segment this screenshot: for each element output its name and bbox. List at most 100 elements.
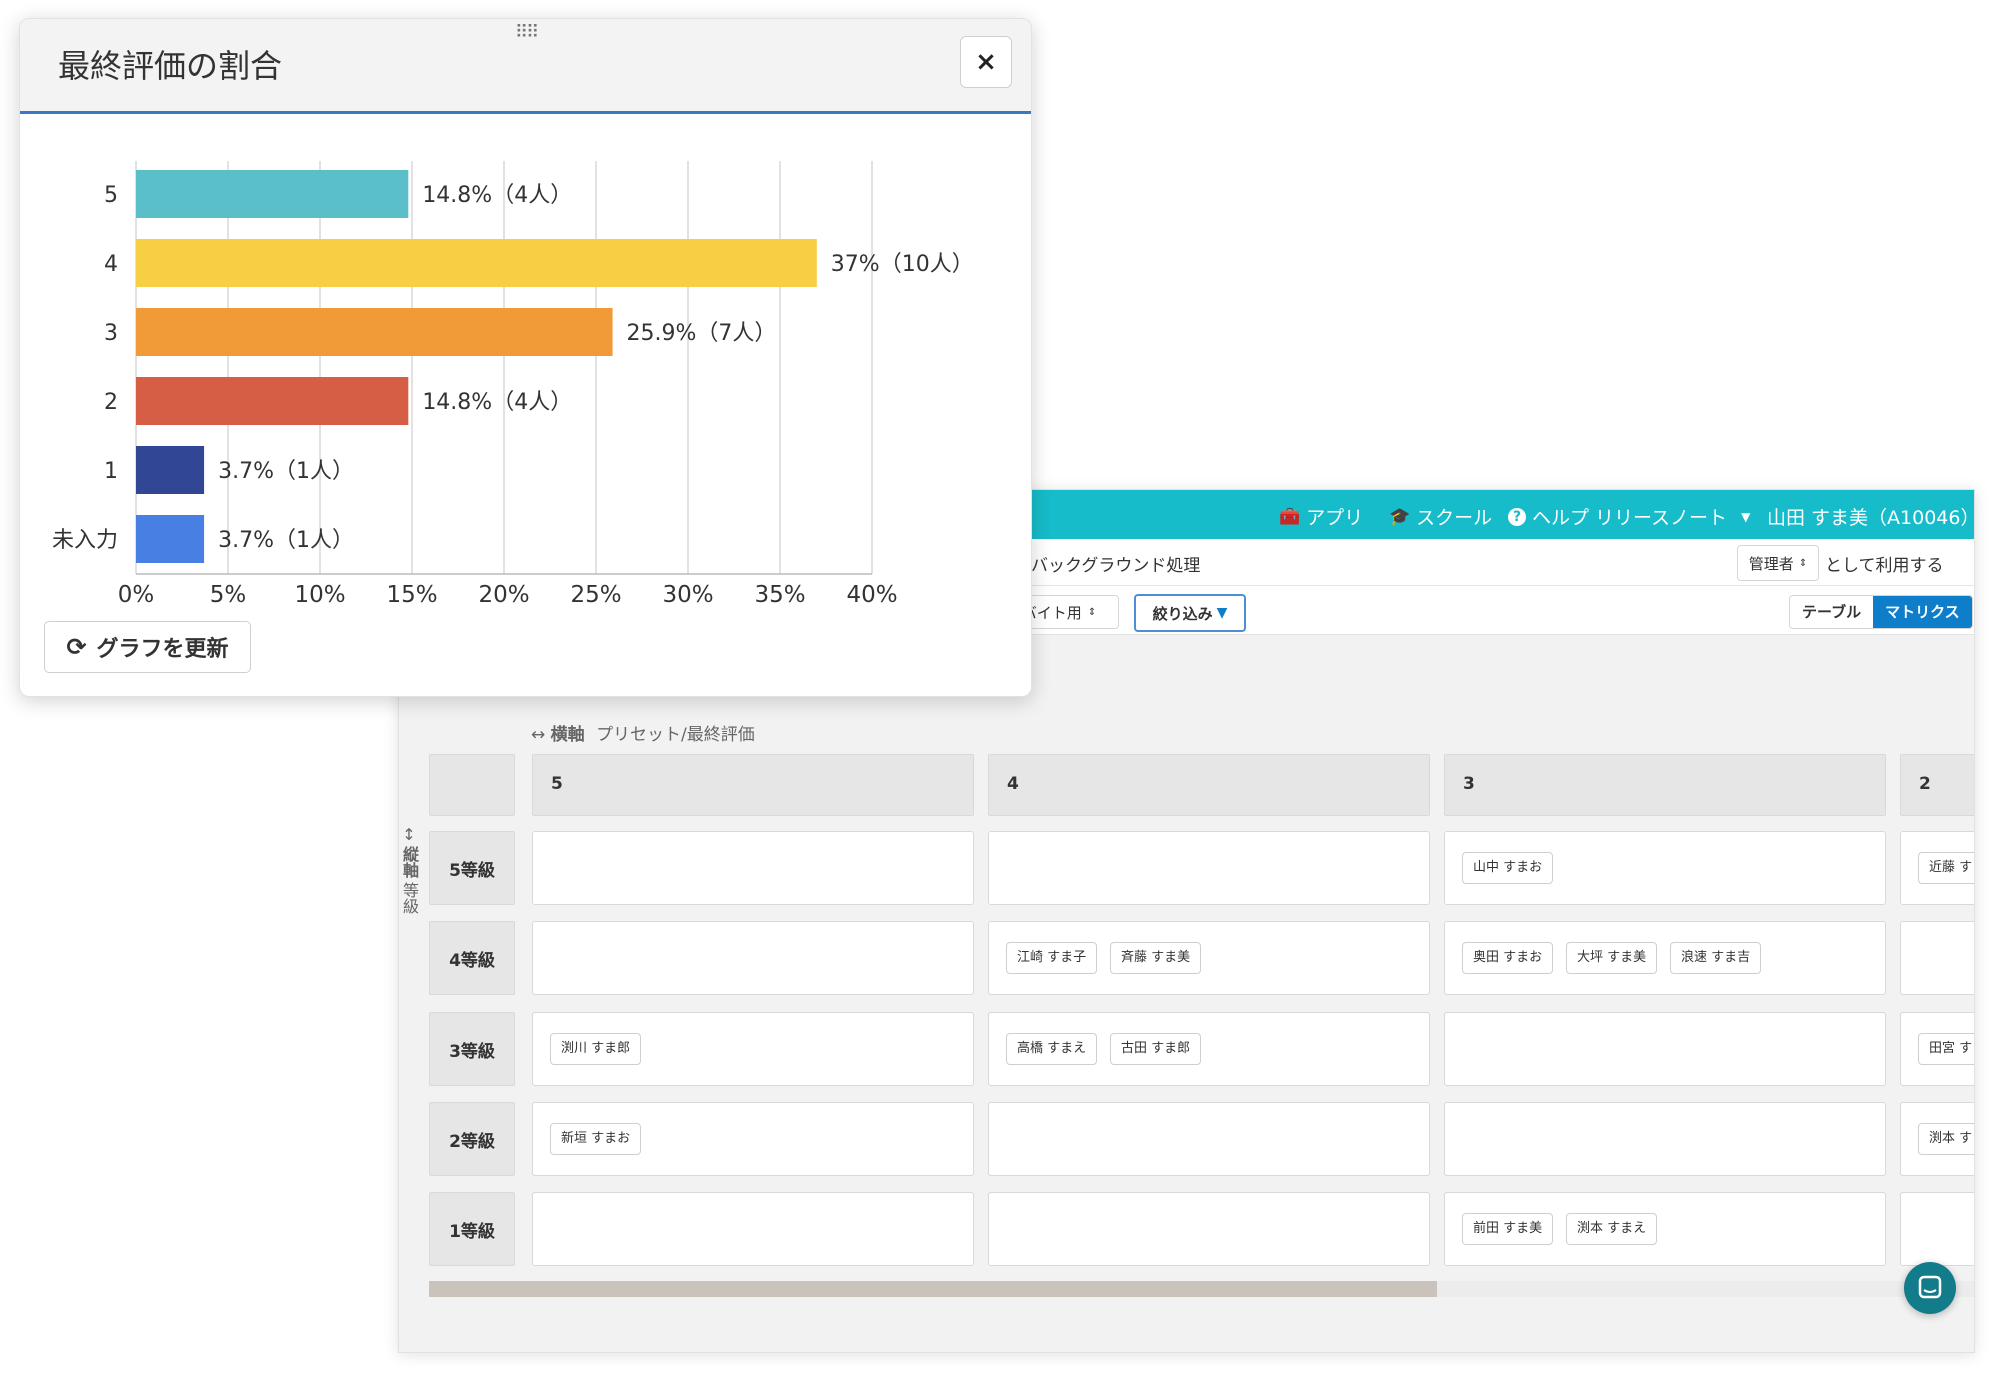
matrix-cell[interactable]: 田宮 す bbox=[1900, 1012, 1974, 1086]
employee-chip[interactable]: 山中 すまお bbox=[1462, 852, 1554, 884]
employee-chip[interactable]: 渕本 すまえ bbox=[1566, 1213, 1658, 1245]
column-header-3: 3 bbox=[1444, 754, 1886, 816]
nav-help-label: ヘルプ bbox=[1532, 507, 1590, 529]
v-axis-value: 等級 bbox=[400, 882, 419, 914]
matrix-cell[interactable]: 山中 すまお bbox=[1444, 831, 1886, 905]
employee-chip[interactable]: 新垣 すまお bbox=[550, 1123, 642, 1155]
x-tick-label: 20% bbox=[478, 582, 529, 608]
employee-chip[interactable]: 斉藤 すま美 bbox=[1110, 942, 1202, 974]
modal-header: ⠿⠿ 最終評価の割合 × bbox=[20, 19, 1031, 114]
column-header-2: 2 bbox=[1900, 754, 1974, 816]
matrix-cell[interactable]: 新垣 すまお bbox=[532, 1102, 974, 1176]
h-axis-title: 横軸 bbox=[550, 725, 585, 745]
role-select[interactable]: 管理者 ⇕ bbox=[1737, 545, 1819, 581]
matrix-corner bbox=[429, 754, 515, 816]
employee-chip[interactable]: 奥田 すまお bbox=[1462, 942, 1554, 974]
employee-chip[interactable]: 近藤 す bbox=[1918, 852, 1974, 884]
use-as-text: として利用する bbox=[1825, 556, 1944, 576]
filter-button[interactable]: 絞り込み ▼ bbox=[1134, 594, 1246, 632]
employee-chip[interactable]: 高橋 すまえ bbox=[1006, 1033, 1098, 1065]
background-processing-link[interactable]: バックグラウンド処理 bbox=[1031, 551, 1200, 576]
matrix-cell[interactable]: 奥田 すまお 大坪 すま美 浪速 すま吉 bbox=[1444, 921, 1886, 995]
x-tick-label: 40% bbox=[846, 582, 897, 608]
matrix-cell[interactable] bbox=[1444, 1102, 1886, 1176]
view-matrix-button[interactable]: マトリクス bbox=[1873, 596, 1972, 628]
matrix-cell[interactable]: 江崎 すま子 斉藤 すま美 bbox=[988, 921, 1430, 995]
nav-help[interactable]: ? ヘルプ bbox=[1508, 503, 1589, 530]
x-tick-label: 5% bbox=[210, 582, 247, 608]
horizontal-scrollbar[interactable] bbox=[429, 1281, 1974, 1297]
nav-apps-label: アプリ bbox=[1306, 507, 1364, 529]
employee-chip[interactable]: 渕川 すま郎 bbox=[550, 1033, 642, 1065]
y-category-label: 2 bbox=[104, 390, 118, 415]
matrix-cell[interactable]: 渕川 すま郎 bbox=[532, 1012, 974, 1086]
nav-release-notes[interactable]: リリースノート ▼ bbox=[1595, 503, 1750, 530]
matrix-cell[interactable]: 渕本 す bbox=[1900, 1102, 1974, 1176]
bar-data-label: 14.8%（4人） bbox=[422, 183, 572, 208]
matrix-cell[interactable] bbox=[988, 831, 1430, 905]
nav-user-label: 山田 すま美（A10046） bbox=[1767, 507, 1975, 529]
vertical-axis-label: ↕ 縦軸 等級 bbox=[399, 826, 419, 918]
chat-icon bbox=[1918, 1275, 1942, 1299]
column-header-label: 2 bbox=[1919, 774, 1931, 794]
bar-chart: 0% 5% 10% 15% 20% 25% 30% 35% 40% 5 14.8%（4人） 4 37%（… bbox=[52, 161, 974, 608]
x-tick-label: 35% bbox=[754, 582, 805, 608]
drag-handle-icon[interactable]: ⠿⠿ bbox=[515, 22, 539, 43]
row-header: 3等級 bbox=[429, 1012, 515, 1086]
y-category-label: 4 bbox=[104, 252, 118, 277]
row-header: 5等級 bbox=[429, 831, 515, 905]
x-tick-label: 15% bbox=[386, 582, 437, 608]
bar-data-label: 3.7%（1人） bbox=[218, 459, 354, 484]
matrix-cell[interactable] bbox=[1900, 1192, 1974, 1266]
nav-apps[interactable]: 🧰 アプリ bbox=[1279, 503, 1363, 530]
chat-button[interactable] bbox=[1904, 1262, 1956, 1314]
bar-data-label: 25.9%（7人） bbox=[627, 321, 777, 346]
nav-school[interactable]: 🎓 スクール bbox=[1389, 503, 1492, 530]
bar-2 bbox=[136, 308, 613, 356]
employee-chip[interactable]: 大坪 すま美 bbox=[1566, 942, 1658, 974]
employee-chip[interactable]: 渕本 す bbox=[1918, 1123, 1974, 1155]
employee-chip[interactable]: 田宮 す bbox=[1918, 1033, 1974, 1065]
employee-chip[interactable]: 江崎 すま子 bbox=[1006, 942, 1098, 974]
horizontal-axis-label: ↔ 横軸 プリセット/最終評価 bbox=[531, 720, 755, 745]
matrix-cell[interactable] bbox=[532, 831, 974, 905]
bar-data-label: 3.7%（1人） bbox=[218, 528, 354, 553]
matrix-cell[interactable] bbox=[532, 921, 974, 995]
bar-3 bbox=[136, 377, 409, 425]
column-header-5: 5 bbox=[532, 754, 974, 816]
filter-button-label: 絞り込み bbox=[1152, 604, 1213, 623]
bar-data-label: 37%（10人） bbox=[831, 252, 974, 277]
matrix-cell[interactable] bbox=[1444, 1012, 1886, 1086]
matrix-cell[interactable] bbox=[1900, 921, 1974, 995]
caret-down-icon: ▼ bbox=[1741, 509, 1751, 524]
employee-chip[interactable]: 前田 すま美 bbox=[1462, 1213, 1554, 1245]
refresh-chart-label: グラフを更新 bbox=[96, 637, 229, 662]
v-axis-title: 縦軸 bbox=[400, 846, 419, 878]
refresh-chart-button[interactable]: ⟳ グラフを更新 bbox=[44, 621, 251, 673]
bar-5 bbox=[136, 515, 205, 563]
row-header: 2等級 bbox=[429, 1102, 515, 1176]
y-category-label: 5 bbox=[104, 183, 118, 208]
column-header-label: 3 bbox=[1463, 774, 1475, 794]
scrollbar-thumb[interactable] bbox=[429, 1281, 1437, 1297]
refresh-icon: ⟳ bbox=[66, 633, 87, 661]
h-arrow-icon: ↔ bbox=[531, 725, 546, 745]
view-table-button[interactable]: テーブル bbox=[1790, 596, 1873, 628]
row-header: 4等級 bbox=[429, 921, 515, 995]
column-header-4: 4 bbox=[988, 754, 1430, 816]
matrix-cell[interactable] bbox=[988, 1102, 1430, 1176]
close-button[interactable]: × bbox=[960, 36, 1012, 88]
employee-chip[interactable]: 古田 すま郎 bbox=[1110, 1033, 1202, 1065]
matrix-cell[interactable]: 高橋 すまえ 古田 すま郎 bbox=[988, 1012, 1430, 1086]
filter-icon: ▼ bbox=[1216, 605, 1228, 621]
bar-1 bbox=[136, 239, 817, 287]
matrix-cell[interactable]: 近藤 す bbox=[1900, 831, 1974, 905]
employee-chip[interactable]: 浪速 すま吉 bbox=[1670, 942, 1762, 974]
bar-data-label: 14.8%（4人） bbox=[422, 390, 572, 415]
matrix-cell[interactable] bbox=[988, 1192, 1430, 1266]
nav-release-notes-label: リリースノート bbox=[1595, 507, 1728, 529]
x-tick-label: 0% bbox=[118, 582, 155, 608]
matrix-cell[interactable] bbox=[532, 1192, 974, 1266]
nav-user[interactable]: 山田 すま美（A10046） bbox=[1767, 503, 1975, 530]
matrix-cell[interactable]: 前田 すま美 渕本 すまえ bbox=[1444, 1192, 1886, 1266]
